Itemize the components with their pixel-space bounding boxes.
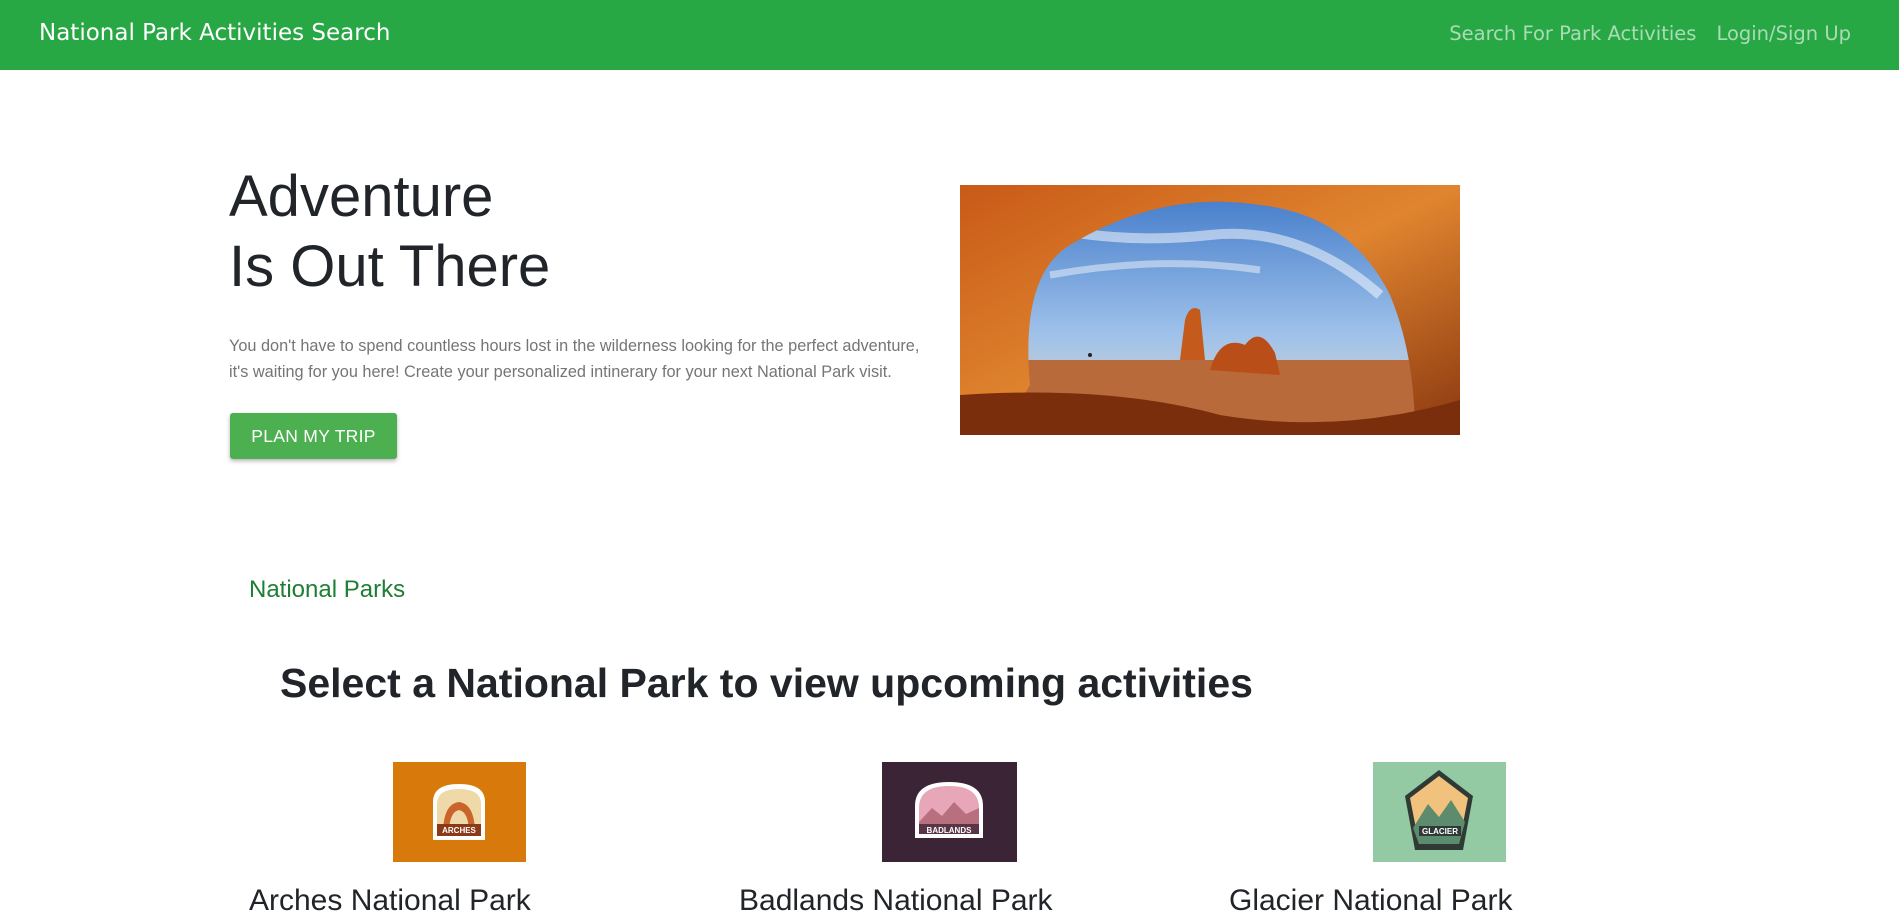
glacier-logo-icon: GLACIER (1373, 762, 1506, 862)
badlands-logo-text: BADLANDS (927, 826, 973, 835)
park-name-arches: Arches National Park (249, 884, 531, 917)
badlands-logo-icon: BADLANDS (882, 762, 1017, 862)
plan-my-trip-button[interactable]: PLAN MY TRIP (230, 413, 397, 459)
hero-title-line2: Is Out There (229, 234, 551, 299)
nav-login-signup-link[interactable]: Login/Sign Up (1716, 22, 1851, 45)
hero-arch-photo (960, 185, 1460, 435)
national-parks-link[interactable]: National Parks (249, 576, 405, 604)
top-navbar: National Park Activities Search Search F… (0, 0, 1899, 70)
brand-link[interactable]: National Park Activities Search (39, 20, 390, 46)
arches-logo-text: ARCHES (442, 826, 476, 835)
nav-links: Search For Park Activities Login/Sign Up (1449, 22, 1851, 45)
park-name-badlands: Badlands National Park (739, 884, 1053, 917)
hero-title-line1: Adventure (229, 164, 494, 229)
hero-title: Adventure Is Out There (229, 162, 550, 302)
arches-logo-icon: ARCHES (393, 762, 526, 862)
glacier-logo-text: GLACIER (1422, 827, 1458, 836)
hero-description-line1: You don't have to spend countless hours … (229, 337, 920, 355)
nav-search-activities-link[interactable]: Search For Park Activities (1449, 22, 1696, 45)
hero-description: You don't have to spend countless hours … (229, 333, 939, 385)
hero-description-line2: it's waiting for you here! Create your p… (229, 363, 892, 381)
park-name-glacier: Glacier National Park (1229, 884, 1513, 917)
parks-section-heading: Select a National Park to view upcoming … (280, 660, 1253, 706)
